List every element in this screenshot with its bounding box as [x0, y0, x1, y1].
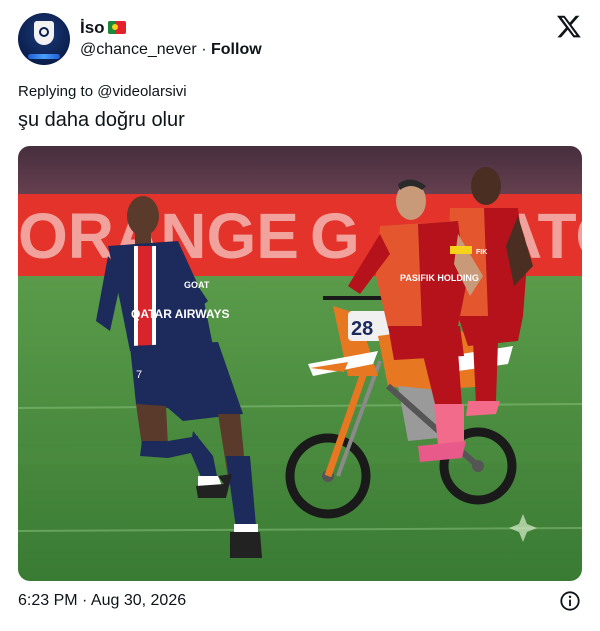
author-handle[interactable]: @chance_never [80, 41, 197, 58]
info-icon[interactable] [559, 590, 581, 612]
tweet-image[interactable]: ORANGE G ATO QATAR AIRWAYS GOAT 7 [18, 146, 582, 581]
avatar[interactable] [18, 13, 70, 65]
author-display-name[interactable]: İso [80, 18, 105, 38]
author-handle-line: @chance_never · Follow [80, 41, 262, 59]
x-logo-icon[interactable] [556, 13, 582, 39]
separator-dot: · [201, 41, 207, 58]
tweet-timestamp[interactable]: 6:23 PM · Aug 30, 2026 [18, 592, 186, 610]
tweet-text: şu daha doğru olur [18, 109, 185, 131]
right-sponsor: PASIFIK HOLDING [400, 273, 479, 283]
left-chest-text: GOAT [184, 280, 210, 290]
left-sponsor: QATAR AIRWAYS [131, 307, 229, 321]
follow-button[interactable]: Follow [211, 41, 262, 58]
replying-to[interactable]: Replying to @videolarsivi [18, 83, 187, 100]
club-crest-icon [34, 21, 54, 45]
svg-text:FIK: FIK [476, 249, 487, 256]
bike-number: 28 [351, 318, 373, 340]
football-photo: ORANGE G ATO QATAR AIRWAYS GOAT 7 [18, 146, 582, 581]
left-player-number: 7 [136, 369, 142, 381]
portugal-flag-icon [108, 21, 126, 34]
svg-text:G: G [310, 200, 360, 272]
